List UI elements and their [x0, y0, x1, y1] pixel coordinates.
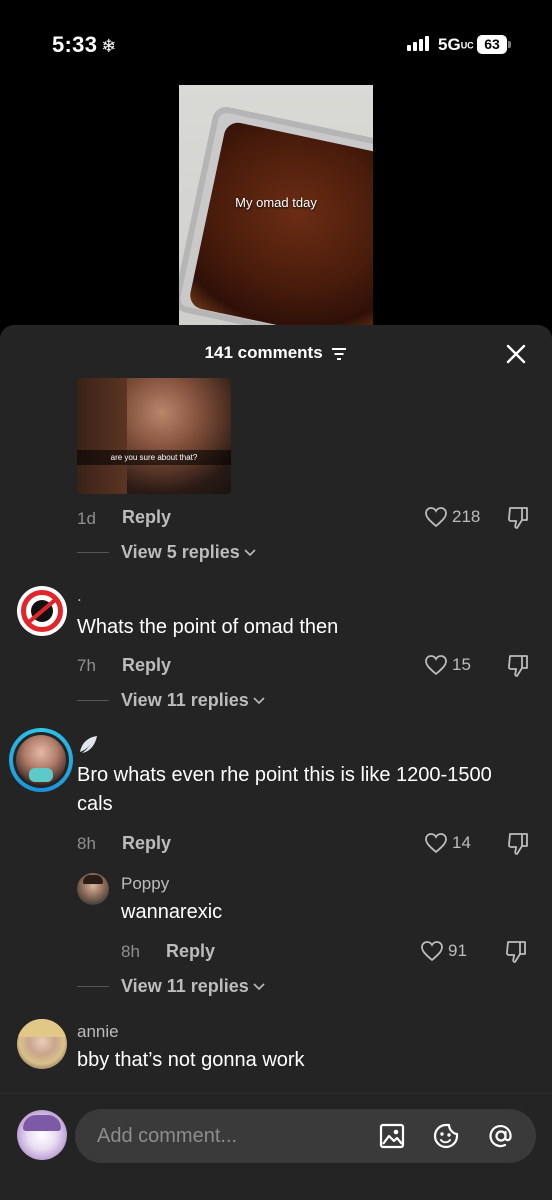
comment-input-bar — [0, 1093, 552, 1200]
dislike-icon[interactable] — [506, 831, 530, 857]
comment-attachment-image[interactable]: are you sure about that? — [77, 378, 231, 494]
sheet-header: 141 comments — [0, 325, 552, 380]
current-user-avatar[interactable] — [17, 1110, 67, 1160]
avatar[interactable] — [9, 728, 73, 792]
signal-strength-icon — [407, 36, 429, 51]
avatar[interactable] — [77, 873, 109, 905]
comment-username[interactable]: annie — [77, 1022, 119, 1042]
avatar[interactable] — [17, 586, 67, 636]
heart-icon — [425, 655, 447, 676]
status-bar: 5:33 ❄ 5GUC 63 — [0, 0, 552, 90]
comment-text: bby that’s not gonna work — [77, 1049, 305, 1071]
sort-filter-icon[interactable] — [331, 347, 347, 361]
dislike-icon[interactable] — [506, 653, 530, 679]
view-replies-button[interactable]: View 11 replies — [77, 690, 265, 711]
dislike-icon[interactable] — [504, 939, 528, 965]
like-count: 14 — [452, 833, 471, 852]
comment-text: Whats the point of omad then — [77, 616, 339, 638]
battery-indicator: 63 — [477, 35, 511, 54]
like-count: 15 — [452, 655, 471, 674]
heart-icon — [425, 507, 447, 528]
close-icon[interactable] — [504, 342, 528, 366]
dislike-icon[interactable] — [506, 505, 530, 531]
like-button[interactable]: 218 — [424, 506, 480, 528]
chevron-down-icon — [253, 982, 265, 990]
reply-text: wannarexic — [121, 901, 223, 923]
video-overlay-text: My omad tday — [235, 195, 317, 210]
like-button[interactable]: 15 — [424, 654, 471, 676]
reply-button[interactable]: Reply — [166, 941, 215, 962]
wing-emoji-icon — [80, 736, 97, 753]
comment-age: 7h — [77, 656, 96, 675]
heart-icon — [421, 941, 443, 962]
image-icon[interactable] — [378, 1122, 406, 1150]
video-preview[interactable]: My omad tday — [179, 85, 373, 325]
view-replies-button[interactable]: View 11 replies — [77, 976, 265, 997]
comment-input-box[interactable] — [75, 1109, 536, 1163]
status-time: 5:33 ❄ — [52, 32, 117, 57]
comments-count-title[interactable]: 141 comments — [0, 343, 552, 363]
comment-input[interactable] — [97, 1109, 357, 1163]
comment-text: Bro whats even rhe point this is like 12… — [77, 764, 492, 815]
emoji-sticker-icon[interactable] — [432, 1122, 460, 1150]
reply-age: 8h — [121, 942, 140, 961]
chevron-down-icon — [253, 696, 265, 704]
comment-age: 1d — [77, 509, 96, 528]
attachment-caption: are you sure about that? — [77, 450, 231, 465]
reply-button[interactable]: Reply — [122, 507, 171, 528]
comments-sheet: 141 comments are you sure about that? 1d… — [0, 325, 552, 1200]
comment-age: 8h — [77, 834, 96, 853]
reply-button[interactable]: Reply — [122, 655, 171, 676]
mention-icon[interactable] — [487, 1122, 515, 1150]
like-button[interactable]: 91 — [420, 940, 467, 962]
reply-username[interactable]: Poppy — [121, 874, 169, 894]
like-button[interactable]: 14 — [424, 832, 471, 854]
reply-button[interactable]: Reply — [122, 833, 171, 854]
like-count: 218 — [452, 507, 481, 526]
view-replies-button[interactable]: View 5 replies — [77, 542, 256, 563]
like-count: 91 — [448, 941, 467, 960]
avatar[interactable] — [17, 1019, 67, 1069]
network-type: 5GUC — [438, 35, 474, 54]
snowflake-icon: ❄ — [101, 36, 117, 56]
heart-icon — [425, 833, 447, 854]
chevron-down-icon — [244, 548, 256, 556]
comment-username[interactable]: . — [77, 586, 82, 606]
